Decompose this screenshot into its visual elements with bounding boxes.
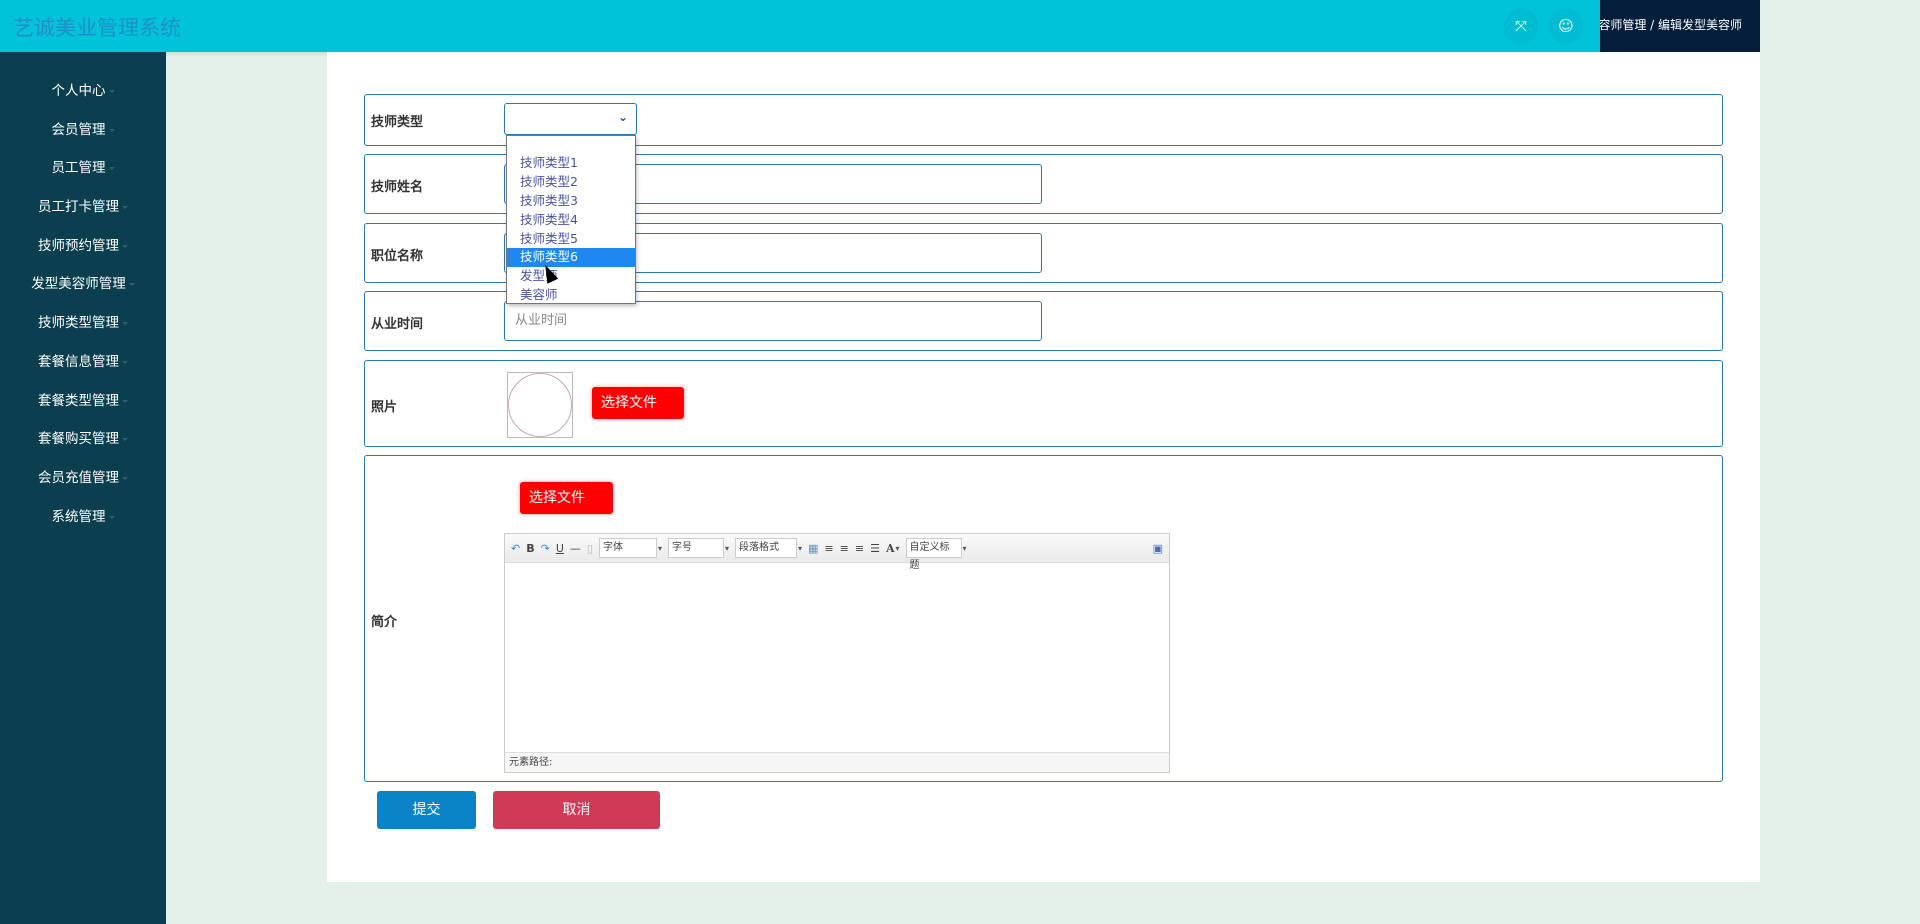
sidebar-item-stylists[interactable]: 发型美容师管理 — [0, 272, 166, 292]
table-icon[interactable]: ▦ — [808, 542, 818, 555]
photo-file-button[interactable]: 选择文件 — [592, 387, 684, 419]
font-color-icon[interactable]: A — [886, 542, 895, 555]
intro-label: 简介 — [371, 615, 398, 630]
option-type-3[interactable]: 技师类型3 — [507, 192, 635, 211]
type-dropdown-list: 技师类型1 技师类型2 技师类型3 技师类型4 技师类型5 技师类型6 发型师 … — [506, 135, 636, 304]
align-left-icon[interactable]: ≡ — [824, 542, 833, 555]
option-type-2[interactable]: 技师类型2 — [507, 173, 635, 192]
sidebar-item-tech-types[interactable]: 技师类型管理 — [0, 311, 166, 331]
form-row-photo: 照片 选择文件 — [364, 360, 1723, 447]
sidebar-item-recharge[interactable]: 会员充值管理 — [0, 466, 166, 486]
rich-text-editor: ↶ B ↷ U — ▯ 字体 ▾ 字号 ▾ 段落格式 ▾ ▦ ≡ ≡ ≡ ☰ A ▾ 自… — [504, 533, 1170, 773]
element-path: 元素路径: — [505, 752, 1169, 772]
photo-preview — [507, 372, 573, 438]
sidebar-item-packages[interactable]: 套餐信息管理 — [0, 350, 166, 370]
sidebar-item-staff[interactable]: 员工管理 — [0, 156, 166, 176]
option-hairstylist[interactable]: 发型师 — [507, 267, 635, 286]
sidebar-item-purchases[interactable]: 套餐购买管理 — [0, 427, 166, 447]
redo-icon[interactable]: ↷ — [541, 542, 550, 555]
breadcrumb-text: 发型美容师管理 / 编辑发型美容师 — [1600, 18, 1742, 32]
option-type-5[interactable]: 技师类型5 — [507, 230, 635, 249]
font-size-select[interactable]: 字号 — [667, 538, 724, 558]
editor-toolbar: ↶ B ↷ U — ▯ 字体 ▾ 字号 ▾ 段落格式 ▾ ▦ ≡ ≡ ≡ ☰ A ▾ 自… — [505, 534, 1169, 571]
form-row-intro: 简介 选择文件 ↶ B ↷ U — ▯ 字体 ▾ 字号 ▾ 段落格式 ▾ ▦ ≡ ≡ … — [364, 455, 1723, 782]
align-center-icon[interactable]: ≡ — [855, 542, 864, 555]
top-header: 艺诚美业管理系统 ⤧ ☺ — [0, 0, 1600, 52]
cancel-button[interactable]: 取消 — [493, 791, 660, 829]
intro-file-button[interactable]: 选择文件 — [520, 482, 613, 514]
sidebar-item-attendance[interactable]: 员工打卡管理 — [0, 195, 166, 215]
fullscreen-icon[interactable]: ⤧ — [1505, 10, 1537, 42]
preview-icon[interactable]: ▣ — [1153, 542, 1163, 555]
underline-icon[interactable]: U — [556, 542, 564, 555]
sidebar-item-profile[interactable]: 个人中心 — [0, 79, 166, 99]
custom-title-select[interactable]: 自定义标题 — [905, 538, 962, 571]
sidebar-item-members[interactable]: 会员管理 — [0, 118, 166, 138]
undo-icon[interactable]: ↶ — [511, 542, 520, 555]
sidebar: 个人中心 会员管理 员工管理 员工打卡管理 技师预约管理 发型美容师管理 技师类… — [0, 52, 166, 924]
horizontal-rule-icon[interactable]: — — [570, 542, 581, 555]
new-page-icon[interactable]: ▯ — [587, 542, 593, 555]
font-family-select[interactable]: 字体 — [598, 538, 657, 558]
align-right-icon[interactable]: ≡ — [840, 542, 849, 555]
sidebar-item-system[interactable]: 系统管理 — [0, 505, 166, 525]
position-label: 职位名称 — [371, 249, 424, 264]
submit-button[interactable]: 提交 — [377, 791, 476, 829]
sidebar-item-booking[interactable]: 技师预约管理 — [0, 234, 166, 254]
type-label: 技师类型 — [371, 115, 424, 130]
breadcrumb: 发型美容师管理 / 编辑发型美容师 — [1600, 0, 1760, 52]
paragraph-select[interactable]: 段落格式 — [734, 538, 797, 558]
sidebar-item-package-types[interactable]: 套餐类型管理 — [0, 389, 166, 409]
user-icon[interactable]: ☺ — [1550, 10, 1582, 42]
photo-label: 照片 — [371, 400, 398, 415]
option-type-1[interactable]: 技师类型1 — [507, 154, 635, 173]
justify-icon[interactable]: ☰ — [870, 542, 880, 555]
option-beautician[interactable]: 美容师 — [507, 286, 635, 305]
bold-icon[interactable]: B — [526, 542, 534, 555]
years-label: 从业时间 — [371, 317, 424, 332]
type-select[interactable]: ⌄ — [504, 103, 637, 135]
years-input[interactable]: 从业时间 — [504, 301, 1042, 341]
name-label: 技师姓名 — [371, 180, 424, 195]
editor-content-area[interactable] — [505, 563, 1169, 753]
chevron-down-icon: ⌄ — [617, 110, 628, 124]
option-type-4[interactable]: 技师类型4 — [507, 211, 635, 230]
app-title: 艺诚美业管理系统 — [13, 16, 181, 40]
option-type-6[interactable]: 技师类型6 — [507, 248, 635, 268]
